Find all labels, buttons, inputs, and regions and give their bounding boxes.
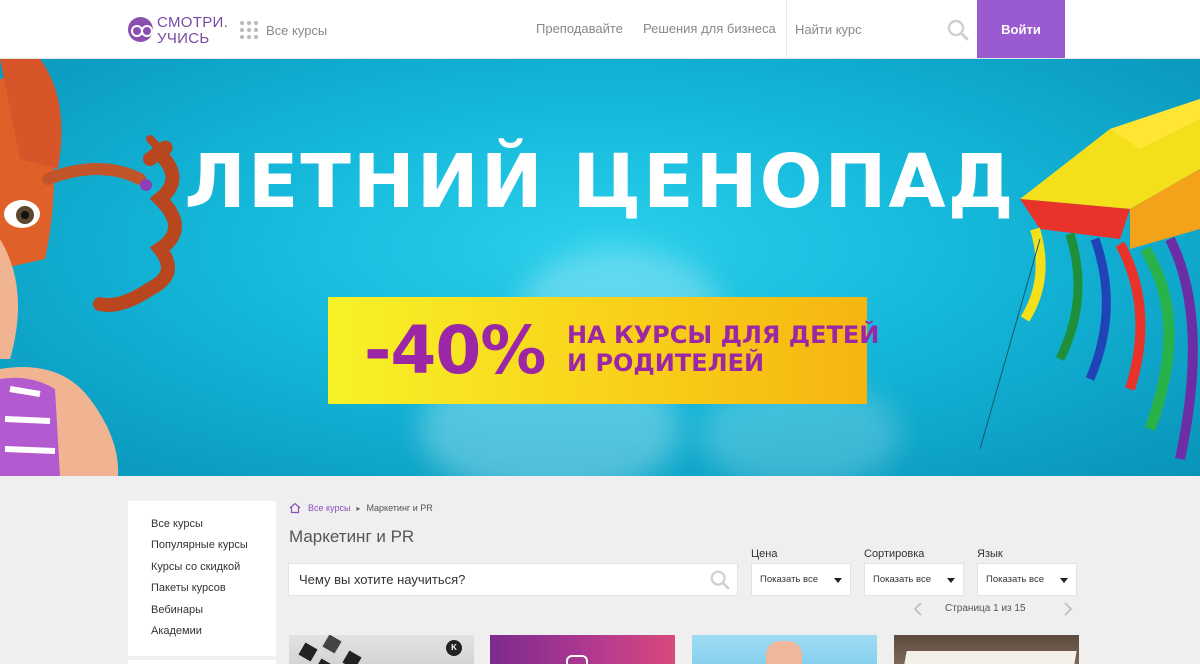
chevron-down-icon <box>834 578 842 583</box>
logo-text-line1: СМОТРИ. <box>157 14 229 31</box>
discount-badge: -40% НА КУРСЫ ДЛЯ ДЕТЕЙ И РОДИТЕЛЕЙ <box>328 297 879 404</box>
discount-percent: -40% <box>364 312 546 389</box>
nav-business-link[interactable]: Решения для бизнеса <box>643 21 776 36</box>
chevron-down-icon <box>947 578 955 583</box>
sidebar-item-popular[interactable]: Популярные курсы <box>128 539 276 560</box>
all-courses-label: Все курсы <box>266 22 328 38</box>
page-indicator: Страница 1 из 15 <box>945 603 1026 614</box>
chevron-left-icon[interactable] <box>912 601 926 617</box>
breadcrumb-all-courses[interactable]: Все курсы <box>308 503 350 513</box>
language-filter-select[interactable]: Показать все <box>977 563 1077 596</box>
grid-icon <box>240 21 258 39</box>
price-filter-value: Показать все <box>760 574 818 585</box>
category-sidebar: Все курсы Популярные курсы Курсы со скид… <box>128 501 276 656</box>
course-card[interactable]: K <box>289 635 474 664</box>
hexagon-decoration <box>298 642 318 662</box>
logo-text-line2: УЧИСЬ <box>157 30 210 47</box>
language-filter-value: Показать все <box>986 574 1044 585</box>
breadcrumb-separator-icon: ▸ <box>356 503 361 513</box>
price-filter-label: Цена <box>751 548 778 560</box>
promo-banner[interactable]: ЛЕТНИЙ ЦЕНОПАД -40% НА КУРСЫ ДЛЯ ДЕТЕЙ И… <box>0 59 1200 476</box>
promo-text-line2: И РОДИТЕЛЕЙ <box>567 349 765 377</box>
course-card[interactable] <box>894 635 1079 664</box>
sort-filter-label: Сортировка <box>864 548 925 560</box>
course-card[interactable] <box>490 635 675 664</box>
breadcrumb: Все курсы ▸ Маркетинг и PR <box>289 501 433 515</box>
nav-teach-link[interactable]: Преподавайте <box>536 21 623 36</box>
course-search <box>288 563 738 596</box>
price-filter-select[interactable]: Показать все <box>751 563 851 596</box>
sort-filter-select[interactable]: Показать все <box>864 563 964 596</box>
chevron-down-icon <box>1060 578 1068 583</box>
login-button[interactable]: Войти <box>977 0 1065 58</box>
sidebar-item-webinars[interactable]: Вебинары <box>128 604 276 625</box>
top-header: СМОТРИ. УЧИСЬ Все курсы Преподавайте Реш… <box>0 0 1200 59</box>
search-icon[interactable] <box>946 18 970 42</box>
girl-illustration <box>0 59 182 476</box>
page-title: Маркетинг и PR <box>289 527 415 546</box>
desk-image <box>901 651 1077 664</box>
logo-glasses-icon <box>128 17 153 42</box>
pagination: Страница 1 из 15 <box>908 601 1078 617</box>
site-logo[interactable]: СМОТРИ. УЧИСЬ <box>128 13 228 47</box>
language-filter-label: Язык <box>977 548 1003 560</box>
sidebar-item-bundles[interactable]: Пакеты курсов <box>128 582 276 603</box>
all-courses-menu[interactable]: Все курсы <box>240 20 327 40</box>
promo-text-line1: НА КУРСЫ ДЛЯ ДЕТЕЙ <box>567 321 880 349</box>
hexagon-decoration <box>314 658 334 664</box>
hand-image <box>766 641 802 664</box>
sidebar-item-discount[interactable]: Курсы со скидкой <box>128 561 276 582</box>
sort-filter-value: Показать все <box>873 574 931 585</box>
search-icon[interactable] <box>709 569 731 591</box>
home-icon[interactable] <box>289 502 301 514</box>
sidebar-secondary-panel <box>128 660 276 664</box>
breadcrumb-current: Маркетинг и PR <box>366 503 433 513</box>
sidebar-item-academies[interactable]: Академии <box>128 625 276 646</box>
banner-title: ЛЕТНИЙ ЦЕНОПАД <box>184 139 1016 225</box>
course-search-input[interactable] <box>289 564 737 595</box>
camera-icon <box>566 655 588 664</box>
hexagon-decoration <box>322 635 342 654</box>
course-author-logo: K <box>446 640 462 656</box>
hexagon-decoration <box>342 650 362 664</box>
sidebar-item-all-courses[interactable]: Все курсы <box>128 518 276 539</box>
kite-illustration <box>980 99 1200 461</box>
course-card[interactable] <box>692 635 877 664</box>
chevron-right-icon[interactable] <box>1060 601 1074 617</box>
